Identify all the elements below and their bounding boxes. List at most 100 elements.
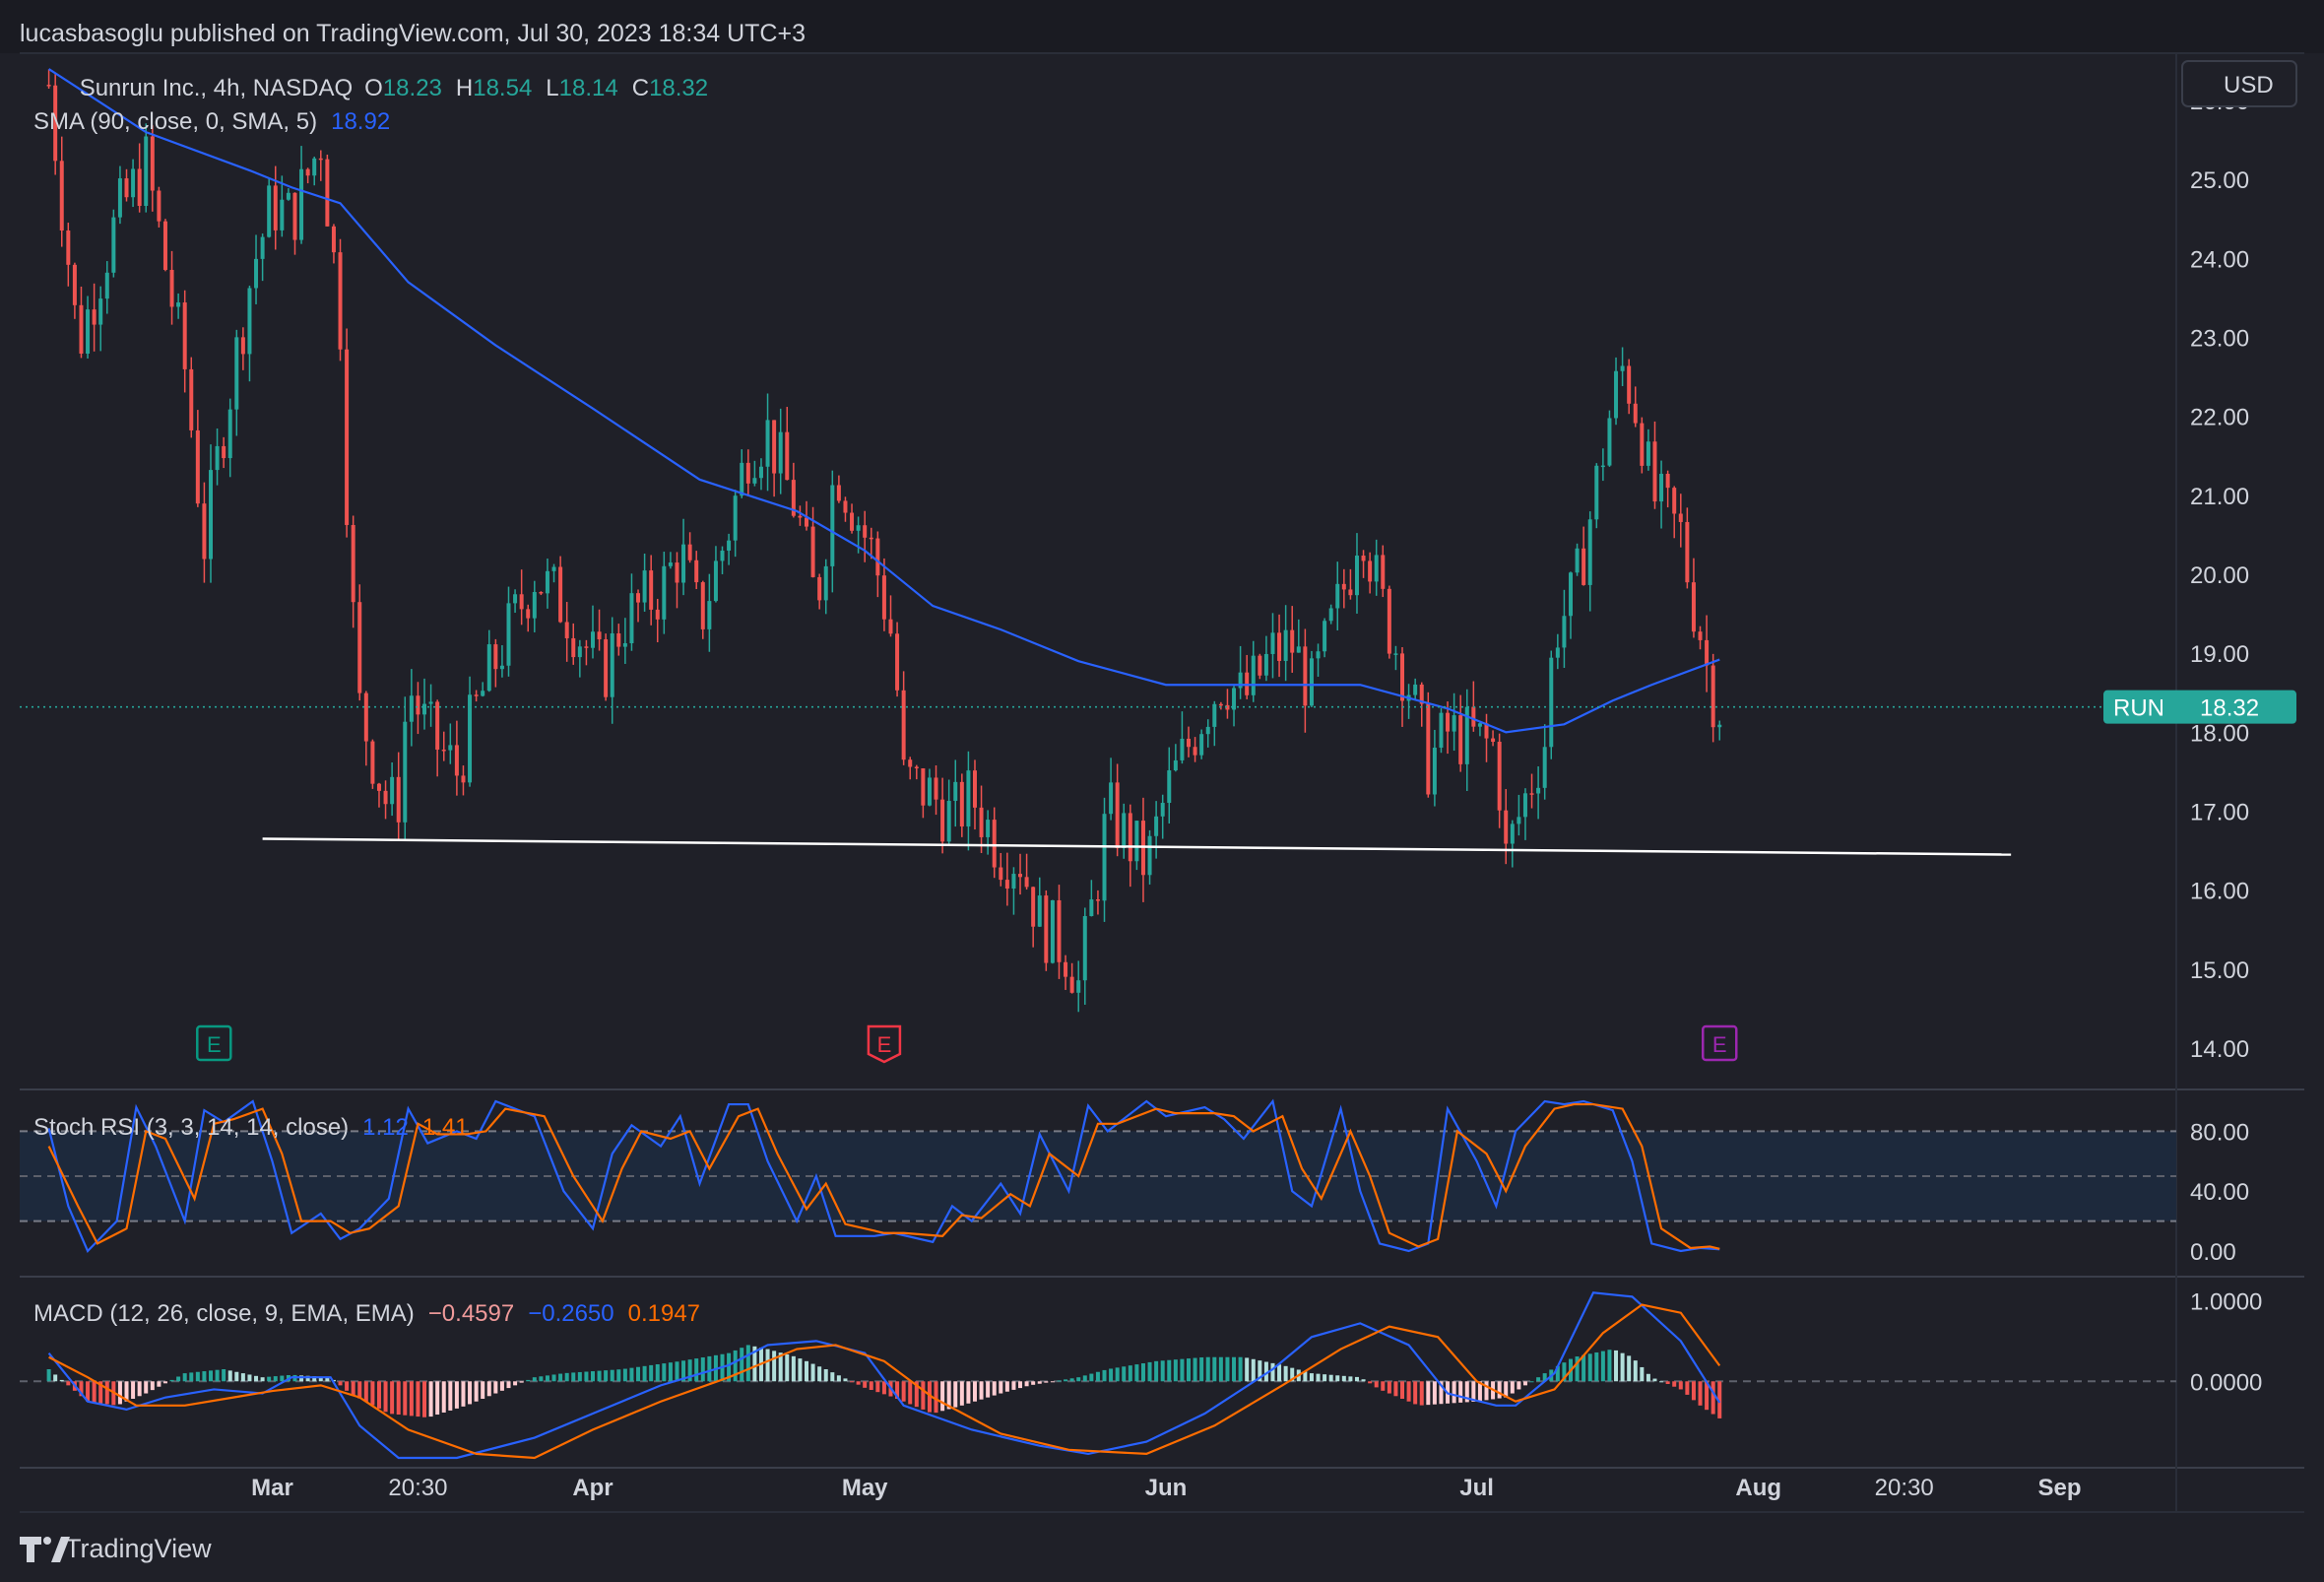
macd-hist-bar (675, 1361, 679, 1382)
macd-hist-bar (150, 1381, 155, 1391)
price-axis[interactable]: 26.0025.0024.0023.0022.0021.0020.0019.00… (2190, 89, 2262, 1396)
candle-up (1562, 616, 1567, 648)
sma-line (47, 68, 1720, 734)
macd-hist-bar (215, 1369, 220, 1382)
macd-hist-bar (202, 1371, 207, 1382)
candle-down (1095, 899, 1100, 901)
chart-canvas[interactable]: lucasbasoglu published on TradingView.co… (0, 0, 2324, 1582)
macd-hist-bar (1685, 1381, 1690, 1395)
macd-tick-label: 0.0000 (2190, 1369, 2262, 1396)
macd-hist-bar (908, 1381, 913, 1405)
candle-down (1387, 588, 1391, 654)
macd-hist-bar (1102, 1369, 1107, 1382)
macd-hist-bar (810, 1363, 815, 1382)
macd-hist-bar (875, 1381, 880, 1393)
candle-down (616, 632, 621, 647)
time-axis[interactable]: Mar 20:30 Apr May Jun Jul Aug 20:30 Sep (251, 1475, 2081, 1501)
macd-hist-bar (1270, 1362, 1275, 1382)
candle-up (1205, 726, 1210, 735)
macd-hist-bar (1095, 1371, 1100, 1382)
macd-hist-bar (454, 1381, 459, 1409)
candle-down (1057, 899, 1062, 962)
macd-hist-bar (1678, 1381, 1683, 1390)
candle-down (59, 161, 64, 231)
candle-down (1529, 793, 1534, 795)
earnings-markers[interactable]: EEE (196, 1024, 1738, 1064)
macd-hist-bar (195, 1371, 200, 1382)
candle-down (1426, 703, 1431, 795)
candle-down (571, 637, 576, 658)
macd-hist-bar (765, 1349, 770, 1382)
candle-up (1600, 465, 1605, 468)
candle-up (1536, 787, 1541, 794)
candle-up (752, 478, 757, 484)
stoch-k-value: 1.12 (362, 1114, 409, 1141)
macd-hist-bar (836, 1375, 841, 1382)
svg-text:Stoch RSI (3, 3, 14, 14, close: Stoch RSI (3, 3, 14, 14, close) 1.12 1.41 (33, 1114, 469, 1141)
candle-down (1115, 782, 1120, 848)
macd-tick-label: 1.0000 (2190, 1288, 2262, 1315)
candle-down (1685, 521, 1690, 583)
tradingview-logo[interactable]: TradingView (20, 1534, 212, 1563)
macd-hist-bar (104, 1381, 109, 1405)
macd-hist-bar (351, 1381, 355, 1396)
candle-up (740, 462, 744, 496)
candle-up (1432, 747, 1437, 795)
candle-down (1290, 629, 1295, 653)
macd-hist-bar (1419, 1381, 1424, 1406)
earnings-marker[interactable]: E (1701, 1024, 1738, 1062)
candle-down (564, 622, 569, 638)
macd-hist-bar (1328, 1374, 1333, 1382)
candle-down (318, 158, 323, 161)
macd-hist-bar (396, 1381, 401, 1416)
candle-down (817, 576, 822, 601)
candle-down (597, 631, 602, 640)
candle-up (312, 158, 317, 176)
macd-hist-bar (940, 1381, 945, 1412)
candle-up (1050, 899, 1055, 963)
candle-down (169, 269, 174, 307)
stoch-d-value: 1.41 (422, 1114, 469, 1141)
macd-hist-bar (1069, 1378, 1074, 1382)
candle-up (1452, 715, 1456, 732)
candle-down (875, 538, 880, 576)
candle-down (305, 168, 310, 176)
macd-hist-bar (1277, 1364, 1282, 1382)
candle-up (1522, 793, 1527, 818)
macd-hist-bar (370, 1381, 375, 1406)
candle-up (117, 178, 122, 218)
candle-down (1698, 631, 1703, 640)
macd-hist-bar (461, 1381, 466, 1407)
tradingview-logo-icon (20, 1537, 70, 1562)
candle-up (1717, 724, 1722, 728)
macd-hist-bar (1600, 1351, 1605, 1382)
legend-h-value: 18.54 (473, 75, 532, 101)
candle-up (1517, 817, 1521, 824)
brand-text: TradingView (65, 1534, 212, 1563)
macd-hist-bar (1354, 1376, 1359, 1382)
macd-hist-bar (441, 1381, 446, 1413)
candle-up (1173, 759, 1178, 771)
candle-down (869, 537, 873, 540)
macd-hist-bar (979, 1381, 984, 1400)
stoch-legend: Stoch RSI (3, 3, 14, 14, close) 1.12 1.41 (33, 1114, 469, 1141)
candle-down (1633, 403, 1638, 424)
candle-down (700, 582, 705, 629)
macd-hist-bar (376, 1381, 381, 1409)
price-tag-value: 18.32 (2200, 695, 2259, 722)
macd-hist-bar (1212, 1356, 1217, 1382)
earnings-marker[interactable]: E (196, 1024, 232, 1062)
macd-hist-bar (182, 1373, 187, 1382)
macd-hist-bar (1082, 1375, 1087, 1382)
earnings-marker[interactable]: E (867, 1024, 902, 1064)
candle-up (1180, 738, 1185, 760)
macd-hist-bar (1323, 1374, 1327, 1382)
candle-down (655, 609, 660, 620)
macd-hist-bar (1374, 1381, 1379, 1388)
candle-down (836, 485, 841, 501)
candle-up (668, 562, 673, 566)
candle-up (1102, 814, 1107, 901)
macd-hist-bar (856, 1381, 861, 1385)
currency-button[interactable]: USD (2181, 60, 2297, 107)
macd-hist-bar (694, 1358, 699, 1382)
